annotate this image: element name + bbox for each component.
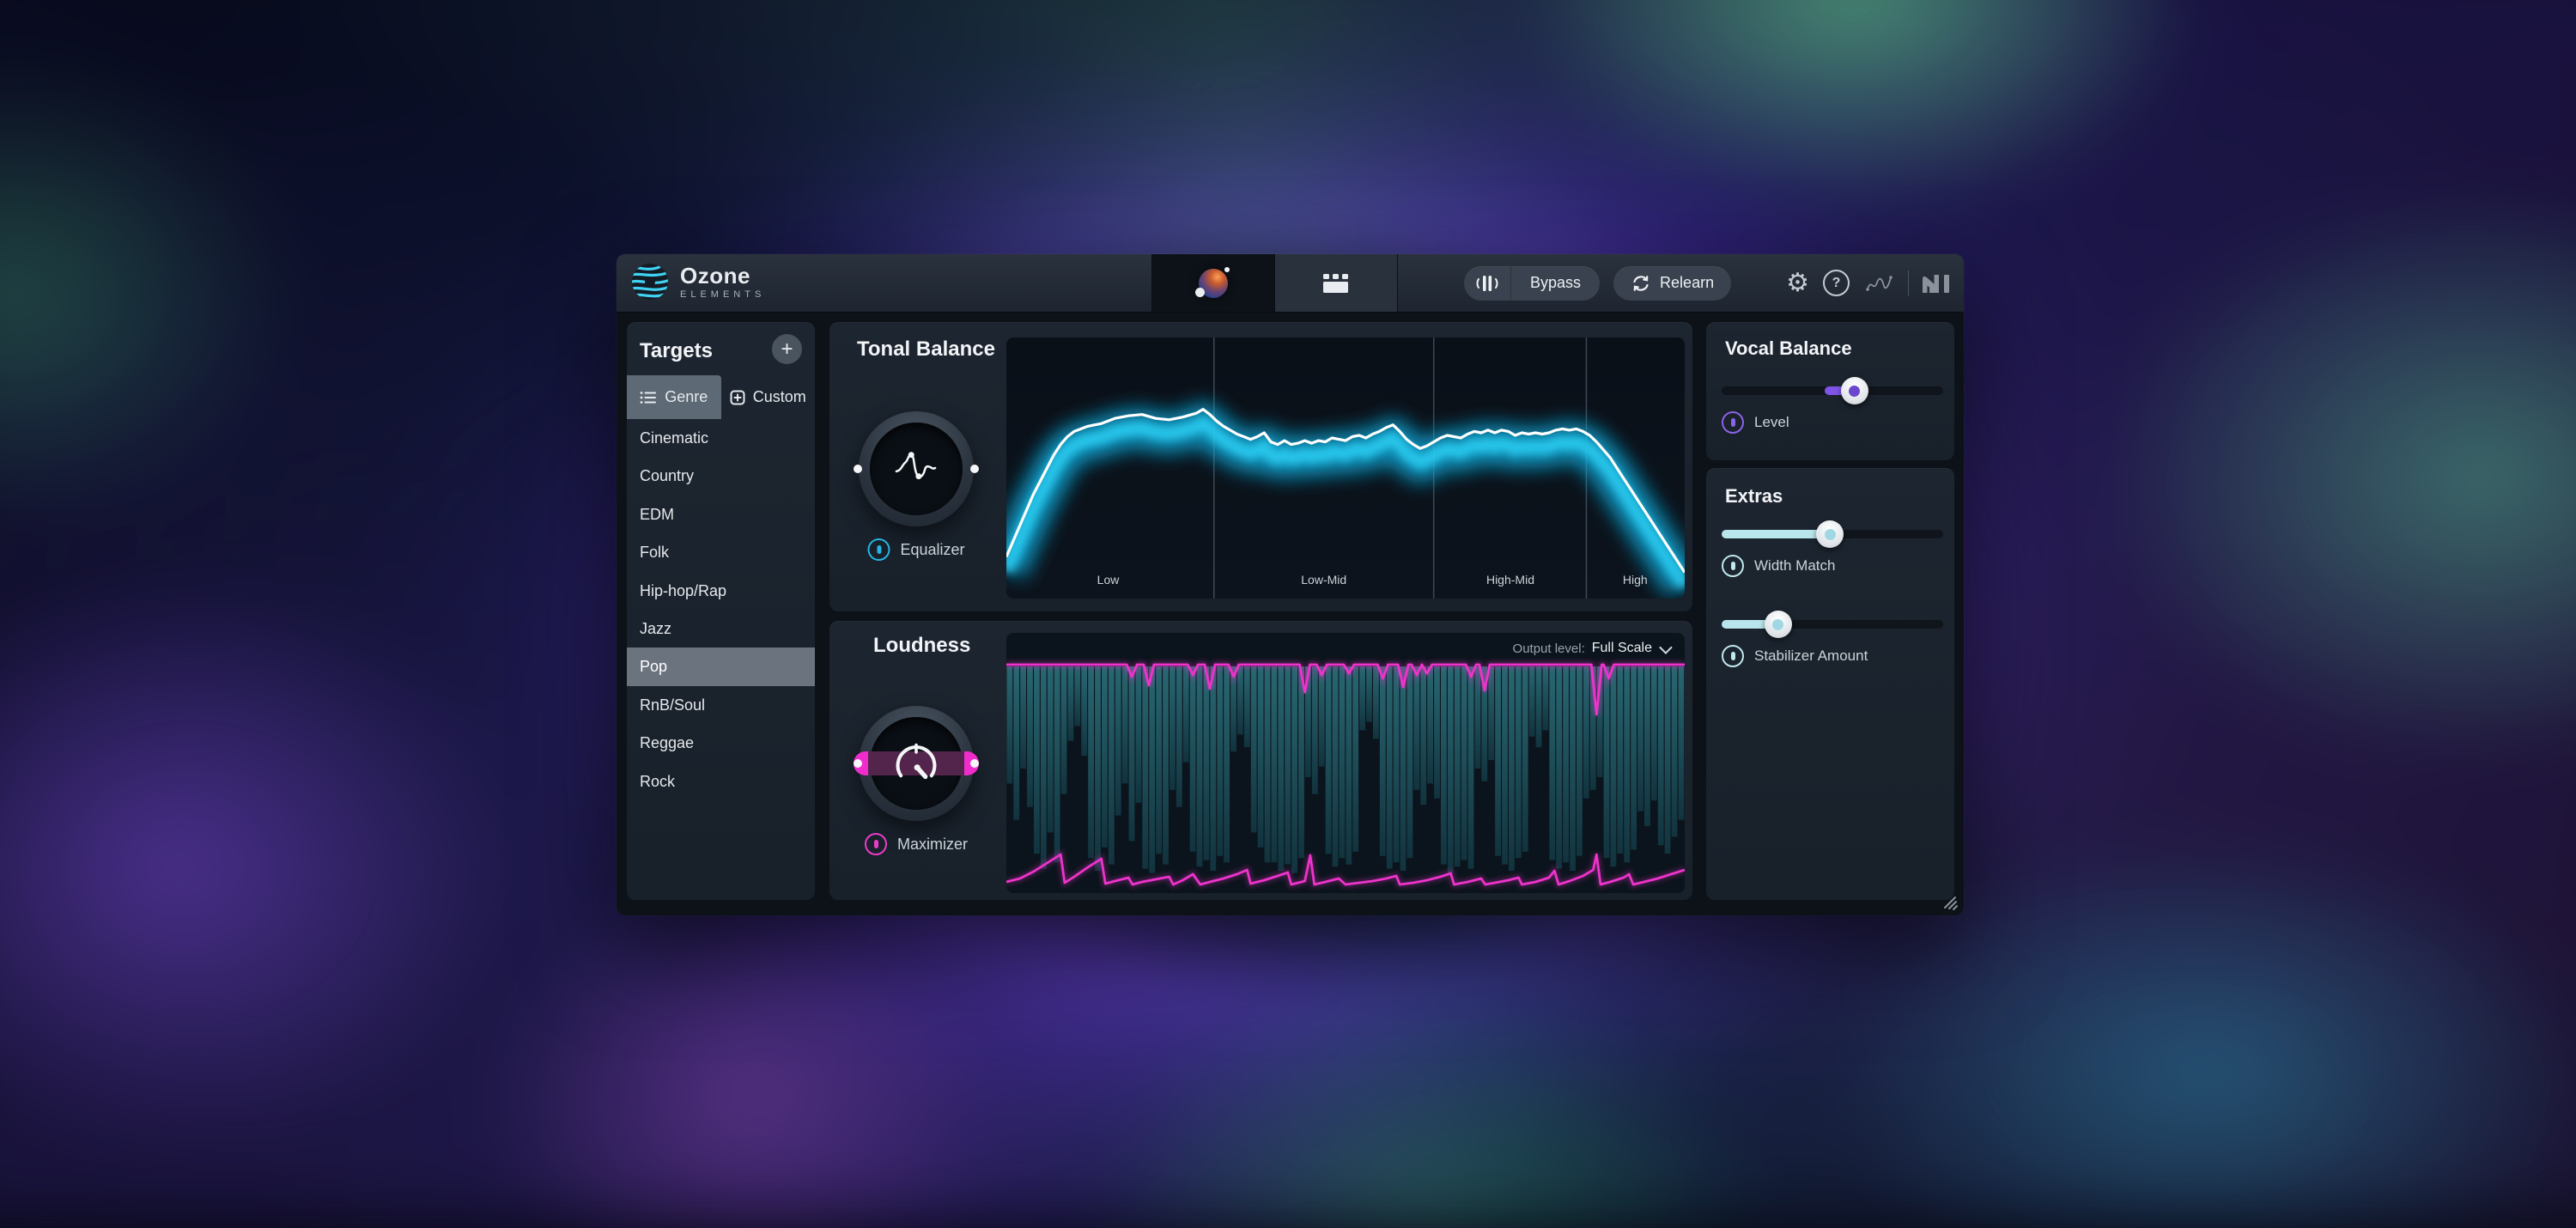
knob-min-dot xyxy=(854,465,862,473)
knob-max-dot xyxy=(970,465,979,473)
stabilizer-row: Stabilizer Amount xyxy=(1722,645,1868,667)
targets-tabs: Genre Custom xyxy=(627,375,815,419)
width-match-slider-knob[interactable] xyxy=(1816,520,1844,548)
vocal-balance-panel: Vocal Balance Level xyxy=(1706,322,1954,460)
equalizer-knob[interactable] xyxy=(859,411,974,526)
vocal-level-slider-knob[interactable] xyxy=(1841,377,1868,404)
genre-item[interactable]: Folk xyxy=(627,533,815,572)
tab-balance-view[interactable] xyxy=(1151,254,1275,312)
width-match-slider[interactable] xyxy=(1722,520,1943,548)
output-level-dropdown[interactable]: Full Scale xyxy=(1592,641,1669,656)
band-label: Low xyxy=(1097,573,1120,587)
tab-genre[interactable]: Genre xyxy=(627,375,721,419)
help-icon[interactable]: ? xyxy=(1823,270,1850,296)
extras-panel: Extras Width Match Stabilizer Amount xyxy=(1706,468,1954,900)
relearn-button[interactable]: Relearn xyxy=(1613,266,1731,301)
vocal-level-row: Level xyxy=(1722,411,1789,434)
vocal-balance-title: Vocal Balance xyxy=(1725,337,1852,360)
resize-handle[interactable] xyxy=(1940,892,1959,911)
genre-item[interactable]: Pop xyxy=(627,647,815,686)
title-bar: Ozone ELEMENTS Bypass xyxy=(617,254,1964,313)
loudness-graph xyxy=(1006,633,1685,893)
tonal-balance-title: Tonal Balance xyxy=(857,337,995,362)
stabilizer-label: Stabilizer Amount xyxy=(1754,647,1868,665)
band-label: High xyxy=(1623,573,1648,587)
app-title: Ozone xyxy=(680,264,765,287)
tonal-balance-panel: Tonal Balance Equalizer Low Low-Mid High-M… xyxy=(829,322,1692,611)
add-doc-icon xyxy=(730,390,745,405)
band-label: Low-Mid xyxy=(1301,573,1346,587)
loudness-title: Loudness xyxy=(873,634,970,658)
refresh-icon xyxy=(1631,273,1651,294)
genre-item[interactable]: Cinematic xyxy=(627,419,815,458)
tonal-curve-graph xyxy=(1006,337,1685,599)
ni-logo-icon xyxy=(1921,273,1952,294)
add-target-button[interactable]: + xyxy=(772,334,802,364)
header-controls: Bypass Relearn ⚙ ? xyxy=(1464,254,1952,312)
eq-curve-icon xyxy=(891,448,941,489)
gauge-icon xyxy=(891,742,941,785)
width-match-label: Width Match xyxy=(1754,557,1835,574)
bypass-label: Bypass xyxy=(1511,274,1600,292)
tab-custom[interactable]: Custom xyxy=(721,375,816,419)
list-icon xyxy=(640,391,657,404)
knob-max-dot xyxy=(970,759,979,768)
genre-item[interactable]: Reggae xyxy=(627,724,815,763)
vocal-level-label: Level xyxy=(1754,414,1789,431)
tonal-balance-display: Low Low-Mid High-Mid High xyxy=(1006,337,1685,599)
genre-item[interactable]: EDM xyxy=(627,495,815,534)
vocal-level-slider[interactable] xyxy=(1722,377,1943,404)
settings-gear-icon[interactable]: ⚙ xyxy=(1786,268,1809,298)
bypass-button[interactable]: Bypass xyxy=(1464,266,1600,301)
ozone-logo: Ozone ELEMENTS xyxy=(630,262,765,301)
width-match-row: Width Match xyxy=(1722,555,1835,577)
stabilizer-slider[interactable] xyxy=(1722,611,1943,638)
knob-min-dot xyxy=(854,759,862,768)
extras-title: Extras xyxy=(1725,485,1783,508)
genre-item[interactable]: Country xyxy=(627,457,815,495)
izotope-logo-icon xyxy=(1865,272,1894,295)
output-level-label: Output level: xyxy=(1513,641,1585,656)
header-divider xyxy=(1908,271,1909,296)
sphere-icon xyxy=(1199,269,1228,298)
genre-item[interactable]: Hip-hop/Rap xyxy=(627,572,815,611)
targets-title: Targets xyxy=(640,339,713,363)
modules-icon xyxy=(1323,274,1349,293)
genre-item[interactable]: Jazz xyxy=(627,610,815,648)
band-label: High-Mid xyxy=(1486,573,1534,587)
vocal-level-power-toggle[interactable] xyxy=(1722,411,1744,434)
app-subtitle: ELEMENTS xyxy=(680,289,765,300)
stabilizer-slider-knob[interactable] xyxy=(1765,611,1792,638)
maximizer-label: Maximizer xyxy=(897,836,968,854)
genre-item[interactable]: Rock xyxy=(627,763,815,801)
equalizer-power-toggle[interactable] xyxy=(867,538,890,561)
stabilizer-power-toggle[interactable] xyxy=(1722,645,1744,667)
relearn-label: Relearn xyxy=(1660,274,1714,292)
genre-list: CinematicCountryEDMFolkHip-hop/RapJazzPo… xyxy=(627,419,815,891)
bypass-fader-icon xyxy=(1464,266,1511,301)
width-match-power-toggle[interactable] xyxy=(1722,555,1744,577)
maximizer-module-row: Maximizer xyxy=(865,833,968,855)
tab-modules-view[interactable] xyxy=(1274,254,1398,312)
genre-item[interactable]: RnB/Soul xyxy=(627,686,815,725)
loudness-panel: Loudness Maximizer Output level: xyxy=(829,621,1692,900)
maximizer-power-toggle[interactable] xyxy=(865,833,887,855)
ozone-logo-icon xyxy=(630,262,670,301)
targets-panel: Targets + Genre Custom CinematicCountryE… xyxy=(627,322,815,900)
maximizer-knob[interactable] xyxy=(859,706,974,821)
equalizer-module-row: Equalizer xyxy=(867,538,964,561)
equalizer-label: Equalizer xyxy=(900,541,964,559)
ozone-elements-window: Ozone ELEMENTS Bypass xyxy=(617,254,1964,915)
loudness-display: Output level: Full Scale xyxy=(1006,633,1685,893)
